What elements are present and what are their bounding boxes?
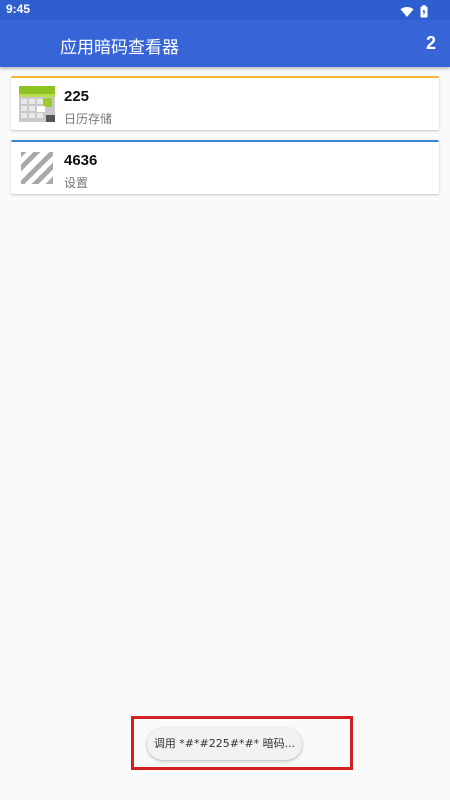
code-value: 4636	[64, 152, 98, 169]
list-item[interactable]: 225 日历存储	[11, 76, 439, 130]
app-name: 设置	[64, 176, 89, 190]
item-count: 2	[425, 33, 436, 53]
status-bar: 9:45	[0, 0, 450, 20]
app-bar: 应用暗码查看器 2	[0, 20, 450, 67]
app-name: 日历存储	[64, 112, 113, 126]
code-value: 225	[64, 88, 90, 105]
highlight-box	[131, 716, 353, 770]
list-item[interactable]: 4636 设置	[11, 140, 439, 194]
settings-stripes-icon	[19, 150, 55, 186]
calendar-icon	[19, 86, 55, 122]
status-time: 9:45	[6, 2, 31, 16]
app-title: 应用暗码查看器	[60, 38, 179, 58]
